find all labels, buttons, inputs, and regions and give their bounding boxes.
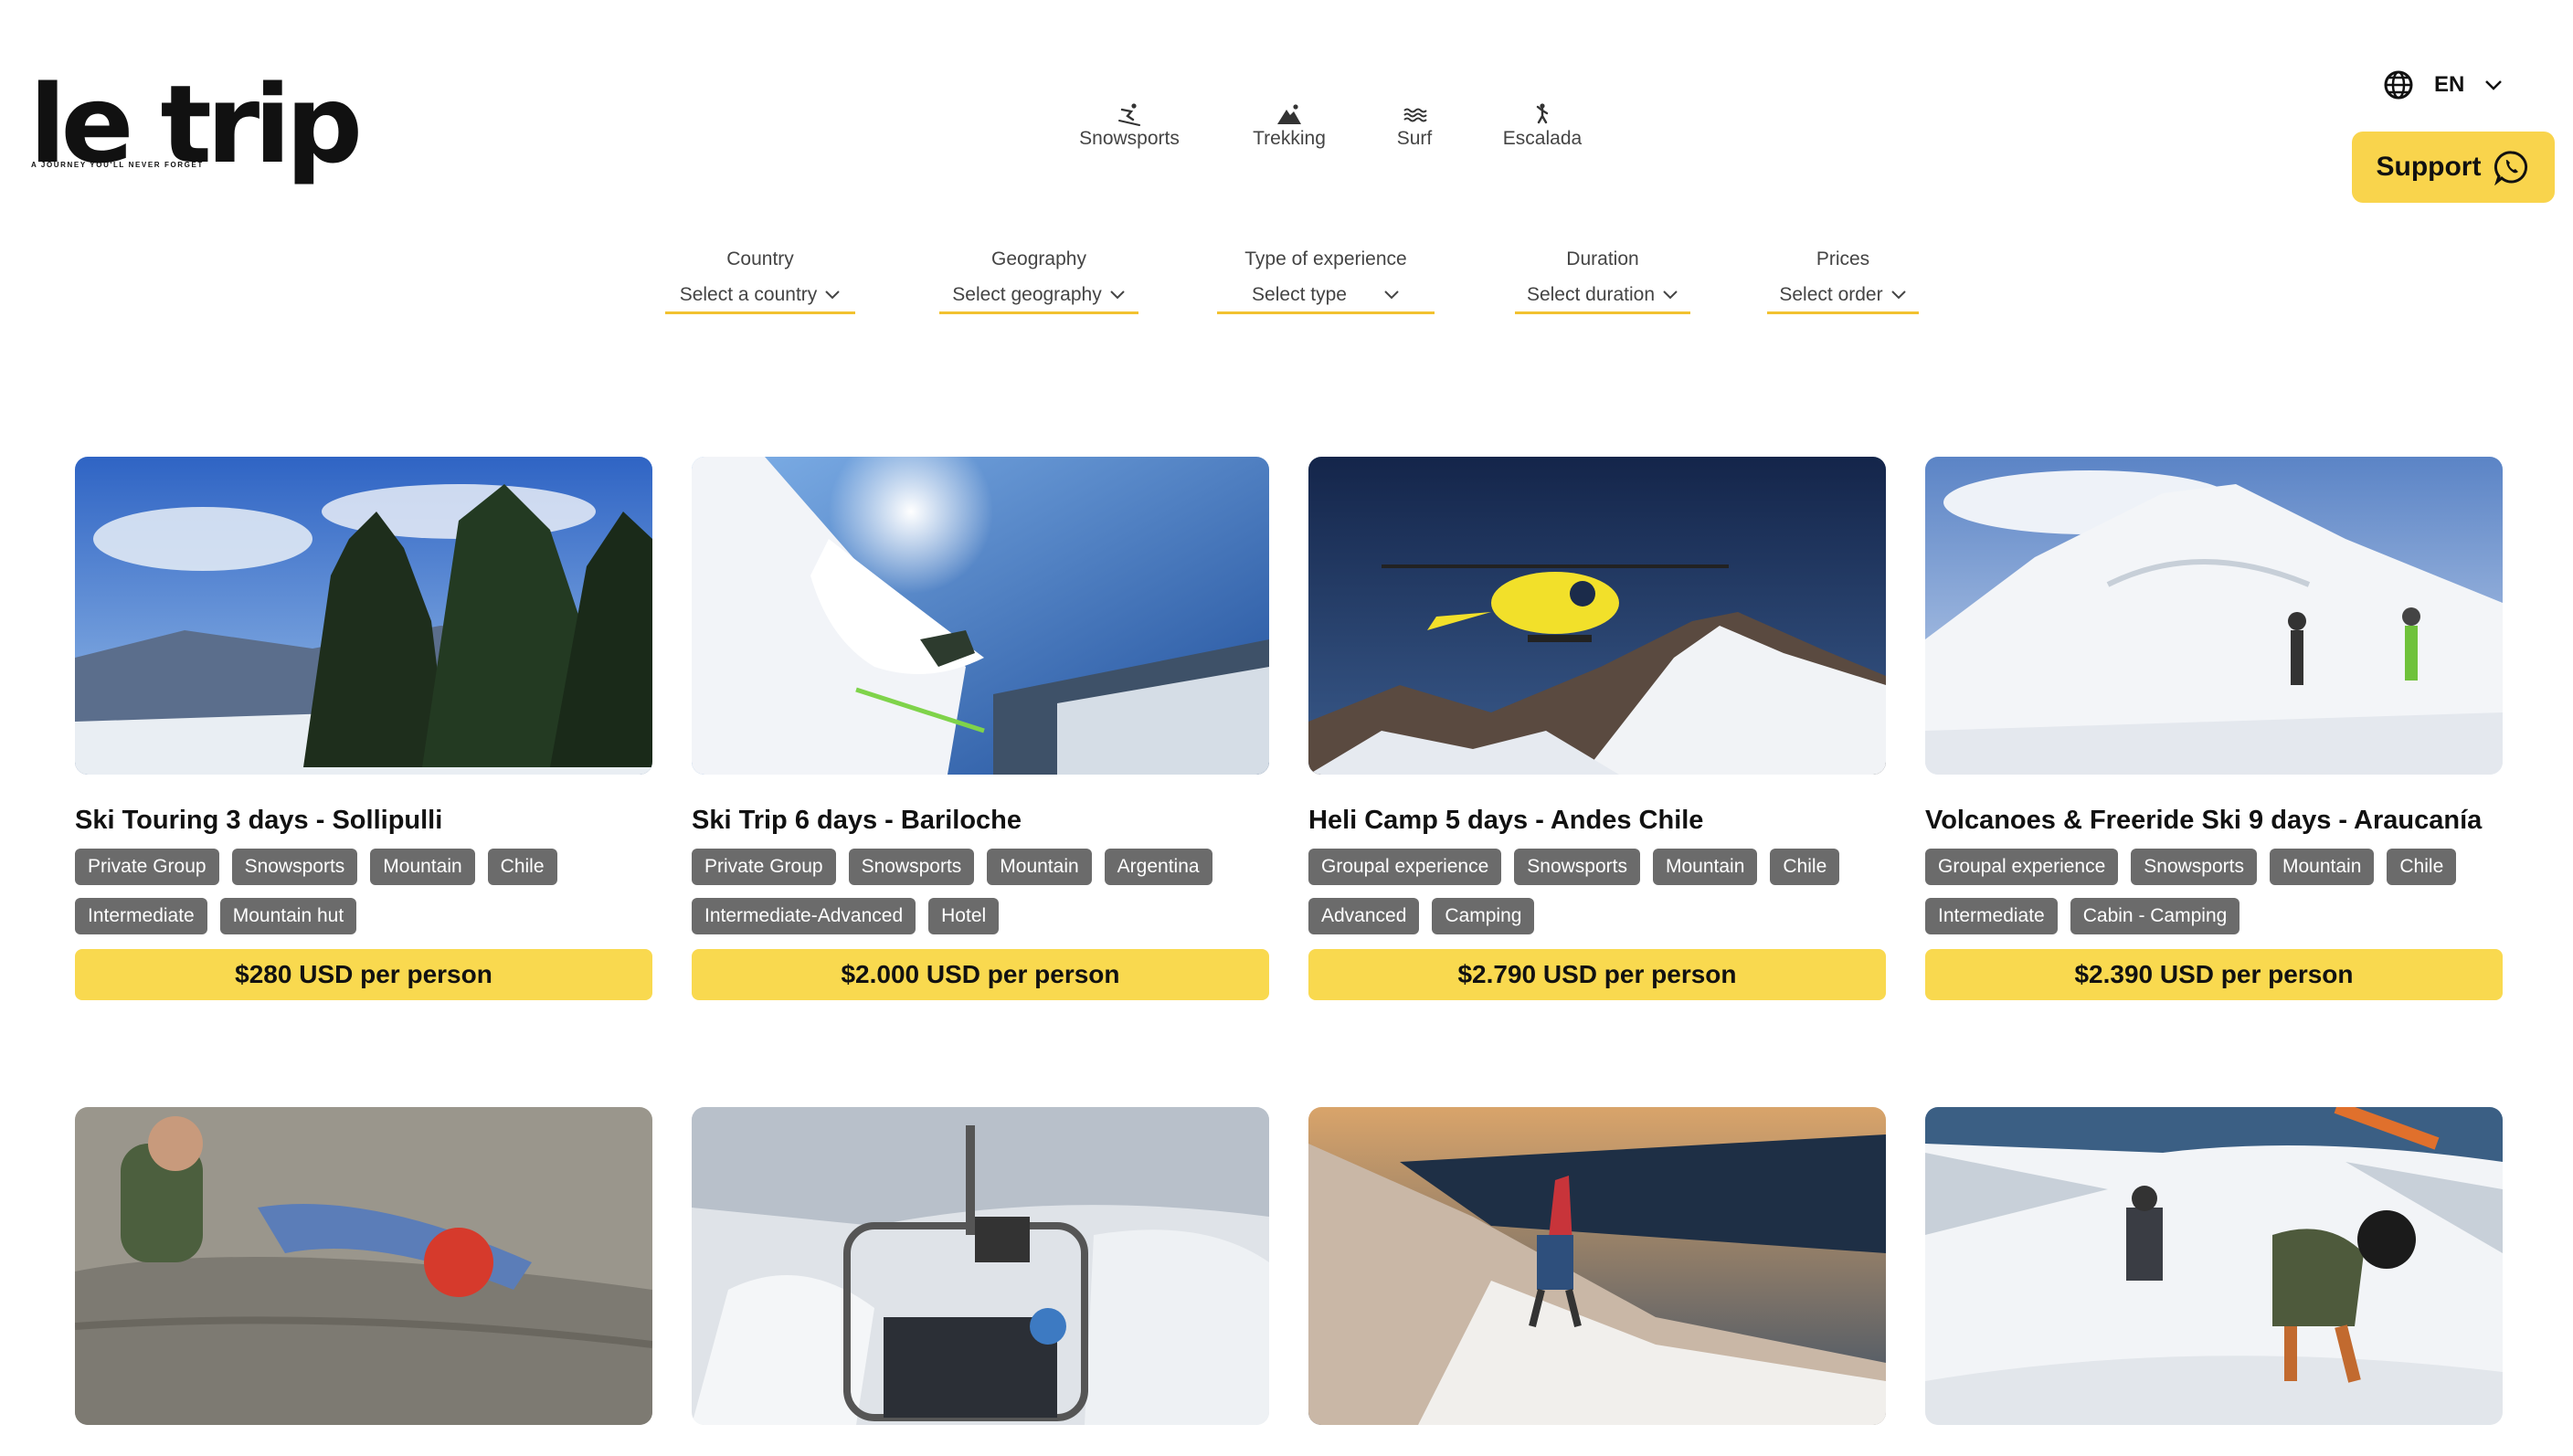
filter-value: Select order <box>1779 283 1883 305</box>
trip-photo[interactable] <box>1308 1107 1886 1425</box>
nav-item-trekking[interactable]: Trekking <box>1248 102 1330 150</box>
nav-label: Surf <box>1396 128 1433 149</box>
support-button[interactable]: Support <box>2352 132 2555 203</box>
trip-photo[interactable] <box>692 457 1269 775</box>
price-button[interactable]: $2.390 USD per person <box>1925 949 2503 1000</box>
price-button[interactable]: $280 USD per person <box>75 949 652 1000</box>
tag: Intermediate <box>75 898 207 934</box>
tag: Argentina <box>1104 849 1212 885</box>
tag: Mountain <box>1653 849 1758 885</box>
filter-label: Geography <box>991 248 1086 269</box>
tag: Chile <box>2387 849 2457 885</box>
climber-icon <box>1536 103 1549 124</box>
tag: Groupal experience <box>1925 849 2119 885</box>
trip-photo[interactable] <box>75 457 652 775</box>
globe-icon <box>2384 70 2413 100</box>
chevron-down-icon <box>825 290 841 299</box>
prices-select[interactable]: Select order <box>1767 278 1919 314</box>
tag: Hotel <box>928 898 1000 934</box>
filter-value: Select type <box>1252 283 1347 305</box>
tag: Camping <box>1432 898 1535 934</box>
nav-label: Trekking <box>1253 128 1326 149</box>
support-label: Support <box>2376 152 2482 182</box>
language-selector[interactable]: EN <box>2383 69 2503 100</box>
nav-label: Snowsports <box>1079 128 1180 149</box>
filter-duration: Duration Select duration <box>1515 248 1690 314</box>
trip-title[interactable]: Ski Touring 3 days - Sollipulli <box>75 806 652 836</box>
filter-prices: Prices Select order <box>1767 248 1919 314</box>
trip-title[interactable]: Volcanoes & Freeride Ski 9 days - Arauca… <box>1925 806 2503 836</box>
tag: Advanced <box>1308 898 1420 934</box>
filter-value: Select a country <box>679 283 818 305</box>
tag: Mountain <box>370 849 475 885</box>
nav-item-escalada[interactable]: Escalada <box>1498 102 1586 150</box>
tag: Snowsports <box>848 849 975 885</box>
trip-card[interactable] <box>75 1107 652 1425</box>
price-button[interactable]: $2.790 USD per person <box>1308 949 1886 1000</box>
whatsapp-icon <box>2494 151 2528 185</box>
tag-list: Private Group Snowsports Mountain Chile … <box>75 849 652 934</box>
trip-card[interactable] <box>1308 1107 1886 1425</box>
filter-type: Type of experience Select type <box>1217 248 1435 314</box>
tag: Private Group <box>692 849 836 885</box>
trip-photo[interactable] <box>1925 1107 2503 1425</box>
tag: Snowsports <box>231 849 358 885</box>
logo-tagline: A JOURNEY YOU'LL NEVER FORGET <box>31 161 204 169</box>
tag: Groupal experience <box>1308 849 1502 885</box>
tag: Chile <box>487 849 557 885</box>
geography-select[interactable]: Select geography <box>939 278 1138 314</box>
trip-title[interactable]: Heli Camp 5 days - Andes Chile <box>1308 806 1886 836</box>
trip-card[interactable]: Ski Touring 3 days - Sollipulli Private … <box>75 457 652 1000</box>
chevron-down-icon <box>1890 290 1906 299</box>
chevron-down-icon <box>1110 290 1125 299</box>
filter-label: Type of experience <box>1244 248 1407 269</box>
tag: Private Group <box>75 849 219 885</box>
tag-list: Groupal experience Snowsports Mountain C… <box>1925 849 2503 934</box>
mountain-icon <box>1277 104 1301 124</box>
filter-label: Country <box>726 248 794 269</box>
tag: Mountain hut <box>219 898 357 934</box>
filter-value: Select geography <box>952 283 1102 305</box>
tag: Mountain <box>2270 849 2375 885</box>
duration-select[interactable]: Select duration <box>1515 278 1690 314</box>
trip-card[interactable] <box>1925 1107 2503 1425</box>
price-button[interactable]: $2.000 USD per person <box>692 949 1269 1000</box>
nav-label: Escalada <box>1502 128 1583 149</box>
tag-list: Private Group Snowsports Mountain Argent… <box>692 849 1269 934</box>
tag: Chile <box>1770 849 1840 885</box>
filter-country: Country Select a country <box>665 248 855 314</box>
country-select[interactable]: Select a country <box>665 278 855 314</box>
nav-item-surf[interactable]: Surf <box>1391 102 1438 150</box>
type-select[interactable]: Select type <box>1217 278 1435 314</box>
tag: Snowsports <box>2131 849 2257 885</box>
trip-photo[interactable] <box>1308 457 1886 775</box>
waves-icon <box>1403 108 1427 122</box>
nav-item-snowsports[interactable]: Snowsports <box>1073 102 1186 150</box>
trip-photo[interactable] <box>692 1107 1269 1425</box>
chevron-down-icon <box>1663 290 1678 299</box>
tag: Cabin - Camping <box>2070 898 2240 934</box>
trip-card[interactable]: Volcanoes & Freeride Ski 9 days - Arauca… <box>1925 457 2503 1000</box>
chevron-down-icon <box>1384 290 1399 299</box>
filter-value: Select duration <box>1526 283 1656 305</box>
trip-title[interactable]: Ski Trip 6 days - Bariloche <box>692 806 1269 836</box>
filter-geography: Geography Select geography <box>939 248 1138 314</box>
tag: Intermediate <box>1925 898 2058 934</box>
trip-card[interactable] <box>692 1107 1269 1425</box>
tag: Snowsports <box>1514 849 1640 885</box>
language-code: EN <box>2434 72 2465 97</box>
skier-icon <box>1118 103 1140 126</box>
tag: Intermediate-Advanced <box>692 898 916 934</box>
trip-card[interactable]: Ski Trip 6 days - Bariloche Private Grou… <box>692 457 1269 1000</box>
chevron-down-icon <box>2485 80 2503 90</box>
trip-card[interactable]: Heli Camp 5 days - Andes Chile Groupal e… <box>1308 457 1886 1000</box>
filter-label: Prices <box>1816 248 1870 269</box>
tag: Mountain <box>987 849 1092 885</box>
trip-photo[interactable] <box>75 1107 652 1425</box>
trip-photo[interactable] <box>1925 457 2503 775</box>
tag-list: Groupal experience Snowsports Mountain C… <box>1308 849 1886 934</box>
filter-label: Duration <box>1566 248 1639 269</box>
category-nav: Snowsports Trekking Surf Escalada <box>0 102 2573 157</box>
